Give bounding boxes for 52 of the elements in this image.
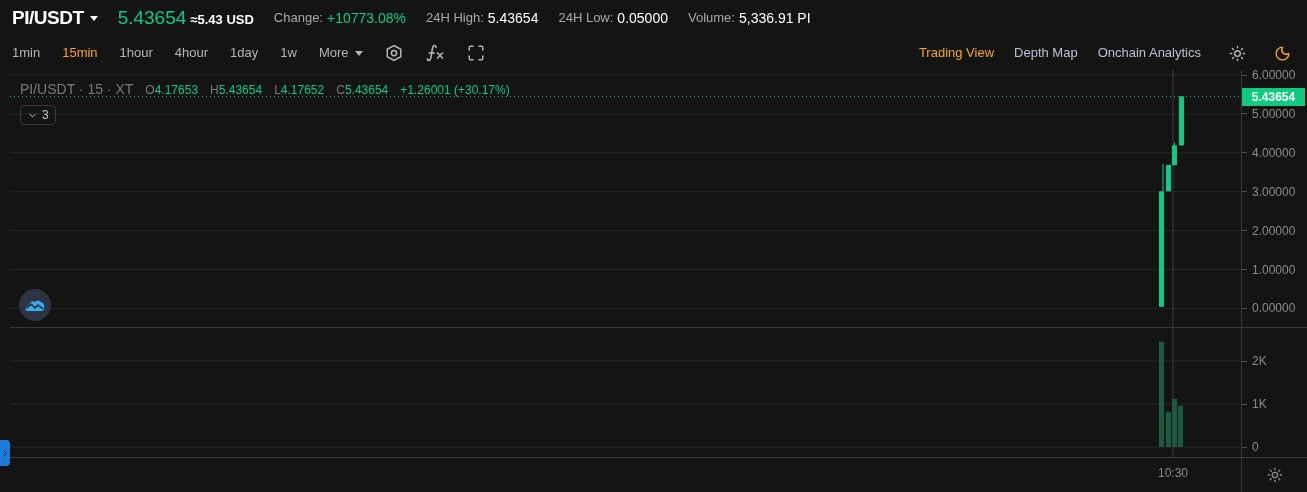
moon-icon[interactable] [1274, 44, 1291, 62]
cloud-chart-icon [25, 298, 45, 312]
stat-label: Volume: [687, 9, 735, 28]
settings-icon[interactable] [1266, 467, 1283, 483]
interval-tab[interactable]: 15min [62, 43, 98, 63]
stat-value: 5,336.91 PI [738, 8, 811, 28]
price-axis-label: 0.00000 [1252, 300, 1296, 318]
expand-tab[interactable] [0, 440, 10, 466]
stat-label: Change: [273, 9, 323, 28]
last-price: 5.43654 [117, 5, 187, 30]
chevron-right-icon [3, 449, 7, 457]
caret-icon [354, 50, 363, 56]
price-axis-label: 6.00000 [1252, 67, 1296, 84]
usd-price: ≈5.43 USD [190, 10, 254, 29]
legend-symbol: PI/USDT · 15 · XT [20, 80, 134, 99]
more-button[interactable]: More [318, 43, 363, 63]
stat-label: 24H Low: [558, 9, 614, 28]
legend-value: O4.17653 [145, 81, 199, 99]
interval-tab[interactable]: 1hour [119, 43, 153, 63]
legend-value: C5.43654 [336, 81, 389, 99]
function-icon[interactable] [424, 43, 445, 63]
legend-change: +1.26001 (+30.17%) [400, 81, 510, 99]
fullscreen-icon[interactable] [466, 44, 485, 62]
legend-value: L4.17652 [274, 81, 325, 99]
volume-axis-label: 0 [1252, 439, 1259, 456]
legend-value: H5.43654 [210, 81, 263, 99]
caret-icon [89, 15, 98, 21]
view-tab[interactable]: Depth Map [1014, 43, 1078, 63]
sun-icon[interactable] [1229, 44, 1246, 62]
price-axis-label: 3.00000 [1252, 183, 1296, 201]
last-price-tag: 5.43654 [1242, 88, 1305, 106]
stat-value: +10773.08% [327, 8, 406, 28]
interval-tab[interactable]: 1day [230, 43, 259, 63]
stat-value: 5.43654 [487, 8, 539, 28]
time-axis-label: 10:30 [1158, 465, 1189, 482]
volume-axis-label: 2K [1252, 353, 1267, 370]
stat-value: 0.05000 [617, 8, 668, 28]
interval-tab[interactable]: 1min [12, 43, 41, 63]
price-axis-label: 1.00000 [1252, 261, 1296, 279]
interval-tab[interactable]: 4hour [174, 43, 209, 63]
view-tab[interactable]: Onchain Analytics [1097, 43, 1201, 63]
price-axis-label: 5.00000 [1252, 105, 1296, 123]
settings-icon[interactable] [384, 44, 403, 62]
stat-label: 24H High: [426, 9, 484, 28]
price-axis-label: 2.00000 [1252, 222, 1296, 240]
indicators-toggle[interactable]: 3 [20, 105, 56, 125]
logo-badge[interactable] [19, 289, 51, 321]
view-tab[interactable]: Trading View [918, 43, 995, 63]
volume-axis-label: 1K [1252, 396, 1267, 413]
price-axis-label: 4.00000 [1252, 144, 1296, 162]
interval-tab[interactable]: 1w [280, 43, 297, 63]
pair-title[interactable]: PI/USDT [12, 3, 84, 33]
